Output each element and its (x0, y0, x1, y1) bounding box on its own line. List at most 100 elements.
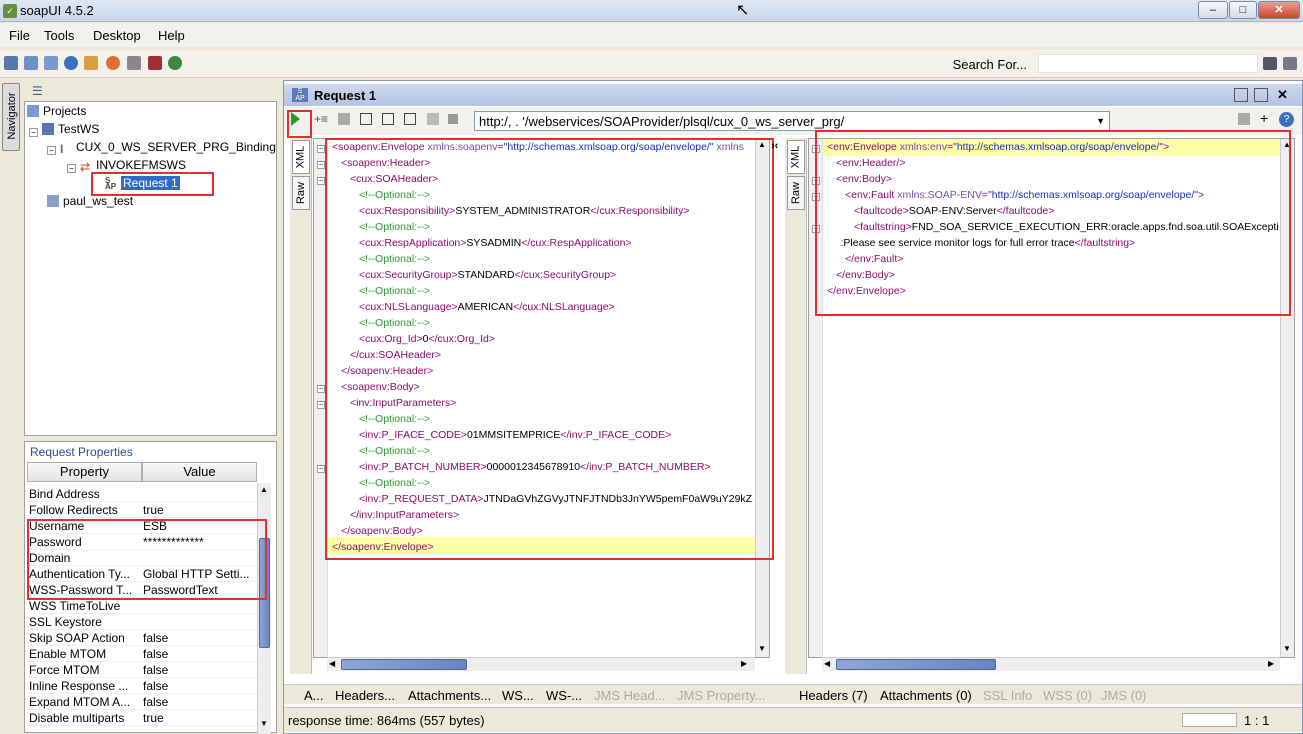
attach-icon[interactable] (1238, 113, 1250, 125)
tab-auth[interactable]: A... (304, 688, 324, 703)
tabs-icon[interactable] (382, 113, 394, 125)
add-assertion-icon[interactable]: +≡ (314, 112, 328, 126)
desktop-icon[interactable] (1283, 57, 1297, 70)
tab-response-raw[interactable]: Raw (787, 176, 805, 210)
property-value[interactable]: false (143, 679, 255, 693)
collapse-icon[interactable]: − (67, 164, 76, 173)
property-value[interactable]: false (143, 647, 255, 661)
settings-icon[interactable] (427, 113, 439, 125)
preferences-icon[interactable] (127, 56, 141, 70)
proxy-icon[interactable] (148, 56, 162, 70)
navigator-menu-icon[interactable]: ☰ (32, 84, 43, 98)
property-row[interactable]: Bind Address (27, 486, 257, 502)
fold-icon[interactable]: − (317, 177, 325, 185)
menu-desktop[interactable]: Desktop (93, 28, 141, 43)
property-row[interactable]: Inline Response ... false (27, 678, 257, 694)
new-project-icon[interactable] (4, 56, 18, 70)
menu-help[interactable]: Help (158, 28, 185, 43)
scroll-up-icon[interactable]: ▲ (260, 485, 268, 494)
save-all-icon[interactable] (44, 56, 58, 70)
chevron-down-icon[interactable]: ▼ (1096, 116, 1105, 126)
tab-request-raw[interactable]: Raw (292, 176, 310, 210)
tree-item-other-project[interactable]: paul_ws_test (47, 194, 133, 208)
property-row[interactable]: Expand MTOM A... false (27, 694, 257, 710)
exit-icon[interactable] (168, 56, 182, 70)
collapse-icon[interactable]: − (29, 128, 38, 137)
trial-icon[interactable] (106, 56, 120, 70)
property-value[interactable]: false (143, 631, 255, 645)
property-value[interactable]: false (143, 695, 255, 709)
fold-icon[interactable]: − (317, 465, 325, 473)
add-icon[interactable]: + (1260, 110, 1268, 126)
help-icon[interactable]: ? (1279, 112, 1294, 127)
title-bar: ✓ soapUI 4.5.2 – □ ✕ (0, 0, 1303, 22)
tree-item-binding[interactable]: − I CUX_0_WS_SERVER_PRG_Binding (47, 140, 276, 155)
tab-ssl-info[interactable]: SSL Info (983, 688, 1032, 703)
scroll-left-icon[interactable]: ◀ (329, 659, 335, 668)
collapse-icon[interactable]: − (47, 146, 56, 155)
property-row[interactable]: Force MTOM false (27, 662, 257, 678)
endpoint-url-select[interactable]: http:/, . '/webservices/SOAProvider/plsq… (474, 111, 1110, 131)
maximize-button[interactable]: □ (1229, 1, 1257, 19)
split-icon[interactable] (404, 113, 416, 125)
split-divider-icon[interactable]: ›‹ (771, 140, 778, 152)
property-row[interactable]: SSL Keystore (27, 614, 257, 630)
fold-icon[interactable]: − (317, 161, 325, 169)
tab-response-headers[interactable]: Headers (7) (799, 688, 868, 703)
tab-attachments[interactable]: Attachments... (408, 688, 491, 703)
close-button[interactable]: ✕ (1258, 1, 1300, 19)
response-hscroll[interactable]: ◀ ▶ (822, 657, 1280, 671)
tab-jms-properties[interactable]: JMS Property... (677, 688, 766, 703)
navigator-tab[interactable]: Navigator (2, 83, 20, 151)
tab-response-attachments[interactable]: Attachments (0) (880, 688, 972, 703)
hscroll-thumb[interactable] (341, 659, 467, 670)
fold-icon[interactable]: − (317, 401, 325, 409)
forum-icon[interactable] (84, 56, 98, 70)
tab-ws-addressing[interactable]: WS... (502, 688, 534, 703)
float-icon[interactable] (1254, 88, 1268, 102)
hscroll-thumb[interactable] (836, 659, 996, 670)
scroll-down-icon[interactable]: ▼ (260, 719, 268, 728)
property-row[interactable]: Follow Redirects true (27, 502, 257, 518)
tab-wss[interactable]: WSS (0) (1043, 688, 1092, 703)
request-hscroll[interactable]: ◀ ▶ (327, 657, 755, 671)
help-icon[interactable] (64, 56, 78, 70)
property-name: Disable multiparts (29, 711, 125, 725)
scroll-down-icon[interactable]: ▼ (758, 644, 766, 653)
clone-icon[interactable] (360, 113, 372, 125)
fold-icon[interactable]: − (317, 145, 325, 153)
property-value[interactable]: false (143, 663, 255, 677)
scroll-right-icon[interactable]: ▶ (1268, 659, 1274, 668)
tab-ws-rm[interactable]: WS-... (546, 688, 582, 703)
create-testcase-icon[interactable] (338, 113, 350, 125)
property-row[interactable]: Skip SOAP Action false (27, 630, 257, 646)
tab-request-xml[interactable]: XML (292, 140, 310, 174)
col-value[interactable]: Value (142, 462, 257, 482)
restore-icon[interactable] (1234, 88, 1248, 102)
property-value[interactable]: true (143, 711, 255, 725)
import-project-icon[interactable] (24, 56, 38, 70)
scroll-down-icon[interactable]: ▼ (1283, 644, 1291, 653)
tree-item-projects[interactable]: Projects (27, 104, 86, 118)
tab-response-xml[interactable]: XML (787, 140, 805, 174)
tab-jms[interactable]: JMS (0) (1101, 688, 1147, 703)
tree-item-operation[interactable]: − ⇄ INVOKEFMSWS (67, 158, 186, 173)
property-row[interactable]: Disable multiparts true (27, 710, 257, 726)
scroll-left-icon[interactable]: ◀ (824, 659, 830, 668)
stop-icon[interactable] (448, 114, 458, 124)
fold-icon[interactable]: − (317, 385, 325, 393)
scroll-right-icon[interactable]: ▶ (741, 659, 747, 668)
property-row[interactable]: WSS TimeToLive (27, 598, 257, 614)
tab-headers[interactable]: Headers... (335, 688, 395, 703)
close-panel-icon[interactable]: ✕ (1277, 87, 1288, 103)
tree-item-project[interactable]: − TestWS (29, 122, 99, 137)
search-input[interactable] (1038, 54, 1258, 73)
minimize-button[interactable]: – (1198, 1, 1228, 19)
layout-icon[interactable] (1263, 57, 1277, 70)
tab-jms-headers[interactable]: JMS Head... (594, 688, 666, 703)
property-row[interactable]: Enable MTOM false (27, 646, 257, 662)
property-value[interactable]: true (143, 503, 255, 517)
col-property[interactable]: Property (27, 462, 142, 482)
menu-file[interactable]: File (9, 28, 30, 43)
menu-tools[interactable]: Tools (44, 28, 74, 43)
